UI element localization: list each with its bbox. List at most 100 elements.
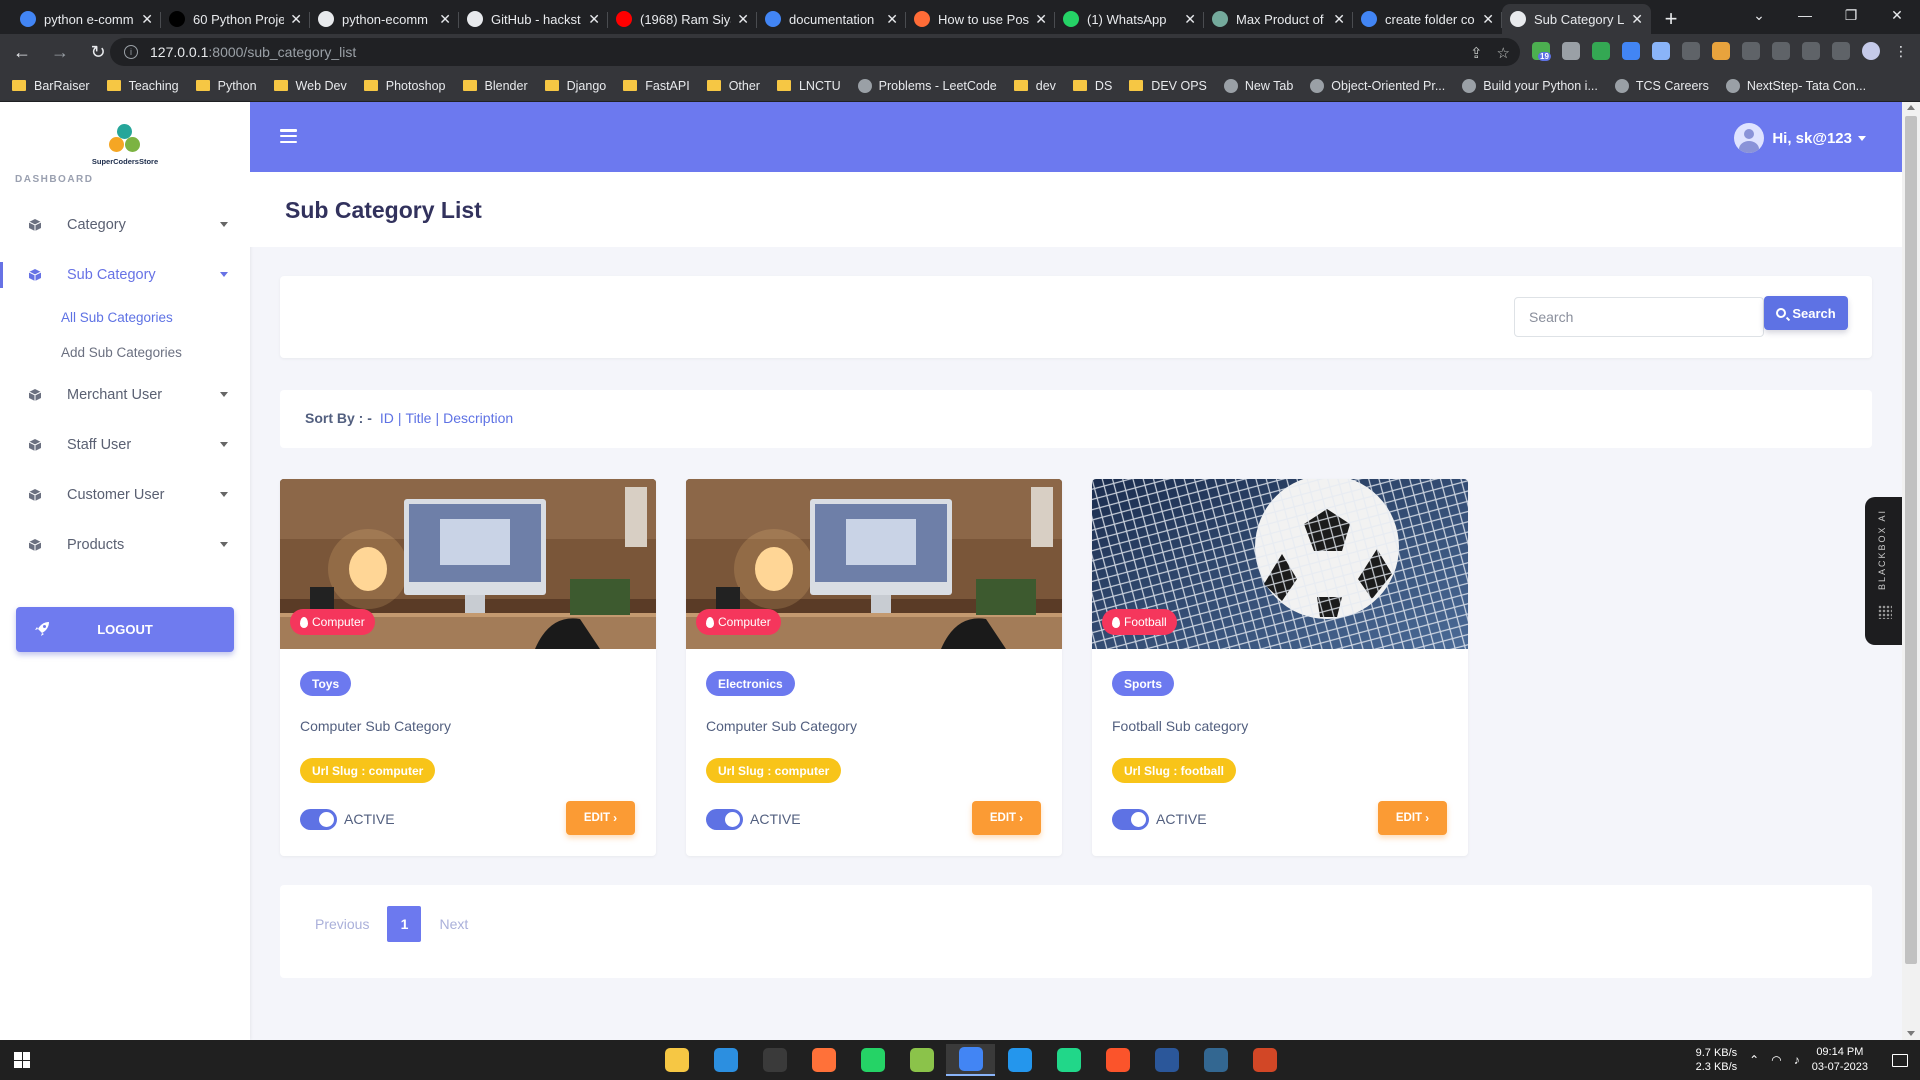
bookmark-item[interactable]: TCS Careers xyxy=(1614,78,1709,93)
bookmark-item[interactable]: Web Dev xyxy=(273,79,347,93)
browser-tab[interactable]: python-ecomm ✕ xyxy=(310,4,459,34)
notification-icon[interactable] xyxy=(1892,1053,1908,1067)
cookie-extension-icon[interactable] xyxy=(1712,42,1730,60)
bookmark-item[interactable]: Blender xyxy=(462,79,528,93)
side-panel-icon[interactable] xyxy=(1832,42,1850,60)
brave-icon[interactable] xyxy=(1093,1044,1142,1076)
extension-icon[interactable] xyxy=(1592,42,1610,60)
current-page-button[interactable]: 1 xyxy=(387,906,422,942)
close-tab-icon[interactable]: ✕ xyxy=(886,11,898,28)
bookmark-item[interactable]: BarRaiser xyxy=(12,79,90,93)
bookmark-item[interactable]: FastAPI xyxy=(623,79,690,93)
profile-avatar[interactable] xyxy=(1862,42,1880,60)
vscode-icon[interactable] xyxy=(701,1044,750,1076)
shield-extension-icon[interactable] xyxy=(1682,42,1700,60)
browser-tab[interactable]: Sub Category Li ✕ xyxy=(1502,4,1651,34)
close-tab-icon[interactable]: ✕ xyxy=(737,11,749,28)
hamburger-menu-icon[interactable] xyxy=(280,129,297,143)
browser-tab[interactable]: How to use Pos ✕ xyxy=(906,4,1055,34)
sidebar-item-customer-user[interactable]: Customer User xyxy=(0,470,250,520)
sort-by-description-link[interactable]: Description xyxy=(443,410,513,426)
speaker-icon[interactable]: ♪ xyxy=(1794,1053,1800,1067)
close-tab-icon[interactable]: ✕ xyxy=(290,11,302,28)
bookmark-item[interactable]: DS xyxy=(1072,79,1112,93)
browser-tab[interactable]: documentation ✕ xyxy=(757,4,906,34)
wifi-icon[interactable]: ◠ xyxy=(1771,1053,1781,1067)
firefox-icon[interactable] xyxy=(799,1044,848,1076)
bookmark-item[interactable]: Problems - LeetCode xyxy=(857,78,997,93)
close-window-button[interactable]: ✕ xyxy=(1874,0,1920,30)
browser-tab[interactable]: python e-comm ✕ xyxy=(12,4,161,34)
pycharm-icon[interactable] xyxy=(1044,1044,1093,1076)
word-icon[interactable] xyxy=(1142,1044,1191,1076)
active-toggle[interactable] xyxy=(706,809,743,830)
sort-by-id-link[interactable]: ID xyxy=(380,410,394,426)
sidebar-item-products[interactable]: Products xyxy=(0,520,250,570)
sort-by-title-link[interactable]: Title xyxy=(406,410,432,426)
edit-button[interactable]: EDIT › xyxy=(566,801,635,835)
file-explorer-icon[interactable] xyxy=(652,1044,701,1076)
edit-button[interactable]: EDIT › xyxy=(1378,801,1447,835)
sidebar-item-category[interactable]: Category xyxy=(0,200,250,250)
close-tab-icon[interactable]: ✕ xyxy=(141,11,153,28)
postgres-icon[interactable] xyxy=(1191,1044,1240,1076)
scroll-down-arrow-icon[interactable] xyxy=(1907,1031,1915,1036)
close-tab-icon[interactable]: ✕ xyxy=(1333,11,1345,28)
forward-button[interactable]: → xyxy=(44,36,76,68)
bookmark-item[interactable]: Teaching xyxy=(106,79,179,93)
powerpoint-icon[interactable] xyxy=(1240,1044,1289,1076)
sidebar-item-merchant-user[interactable]: Merchant User xyxy=(0,370,250,420)
next-page-button[interactable]: Next xyxy=(427,906,480,942)
edit-button[interactable]: EDIT › xyxy=(972,801,1041,835)
back-button[interactable]: ← xyxy=(6,36,38,68)
bookmark-star-icon[interactable]: ☆ xyxy=(1497,44,1510,62)
close-tab-icon[interactable]: ✕ xyxy=(1184,11,1196,28)
bookmark-item[interactable]: Other xyxy=(706,79,760,93)
pen-extension-icon[interactable] xyxy=(1742,42,1760,60)
restore-button[interactable]: ❐ xyxy=(1828,0,1874,30)
bookmark-item[interactable]: Photoshop xyxy=(363,79,446,93)
close-tab-icon[interactable]: ✕ xyxy=(1482,11,1494,28)
app-icon[interactable] xyxy=(897,1044,946,1076)
puzzle-icon[interactable] xyxy=(1772,42,1790,60)
translate-extension-icon[interactable] xyxy=(1622,42,1640,60)
whatsapp-icon[interactable] xyxy=(848,1044,897,1076)
chrome-icon[interactable] xyxy=(946,1044,995,1076)
store-logo[interactable]: SuperCodersStore xyxy=(90,124,160,166)
sidebar-item-staff-user[interactable]: Staff User xyxy=(0,420,250,470)
extension-icon[interactable] xyxy=(1652,42,1670,60)
browser-tab[interactable]: 60 Python Proje ✕ xyxy=(161,4,310,34)
docker-icon[interactable] xyxy=(995,1044,1044,1076)
sidebar-subitem-add-sub-categories[interactable]: Add Sub Categories xyxy=(0,335,250,370)
site-info-icon[interactable]: i xyxy=(124,45,138,59)
close-tab-icon[interactable]: ✕ xyxy=(588,11,600,28)
bookmark-item[interactable]: dev xyxy=(1013,79,1056,93)
bookmark-item[interactable]: LNCTU xyxy=(776,79,841,93)
scroll-up-arrow-icon[interactable] xyxy=(1907,105,1915,110)
extension-icon[interactable] xyxy=(1562,42,1580,60)
reading-list-icon[interactable] xyxy=(1802,42,1820,60)
close-tab-icon[interactable]: ✕ xyxy=(439,11,451,28)
close-tab-icon[interactable]: ✕ xyxy=(1631,11,1643,28)
previous-page-button[interactable]: Previous xyxy=(303,906,381,942)
browser-tab[interactable]: (1968) Ram Siya ✕ xyxy=(608,4,757,34)
new-tab-button[interactable]: + xyxy=(1651,4,1691,34)
chevron-up-icon[interactable]: ⌃ xyxy=(1749,1053,1759,1067)
sidebar-item-sub-category[interactable]: Sub Category xyxy=(0,250,250,300)
search-button[interactable]: Search xyxy=(1764,296,1848,330)
sidebar-subitem-all-sub-categories[interactable]: All Sub Categories xyxy=(0,300,250,335)
browser-tab[interactable]: Max Product of ✕ xyxy=(1204,4,1353,34)
active-toggle[interactable] xyxy=(300,809,337,830)
bookmark-item[interactable]: DEV OPS xyxy=(1129,79,1207,93)
address-bar[interactable]: i 127.0.0.1:8000/sub_category_list ⇪ ☆ xyxy=(110,38,1520,66)
bookmark-item[interactable]: NextStep- Tata Con... xyxy=(1725,78,1866,93)
browser-tab[interactable]: create folder co ✕ xyxy=(1353,4,1502,34)
share-icon[interactable]: ⇪ xyxy=(1470,44,1483,62)
bookmark-item[interactable]: New Tab xyxy=(1223,78,1293,93)
close-tab-icon[interactable]: ✕ xyxy=(1035,11,1047,28)
search-input[interactable]: Search xyxy=(1514,297,1764,337)
extension-icon[interactable]: 19 xyxy=(1532,42,1551,61)
browser-tab[interactable]: GitHub - hackst ✕ xyxy=(459,4,608,34)
active-toggle[interactable] xyxy=(1112,809,1149,830)
clock[interactable]: 09:14 PM 03-07-2023 xyxy=(1812,1045,1868,1075)
